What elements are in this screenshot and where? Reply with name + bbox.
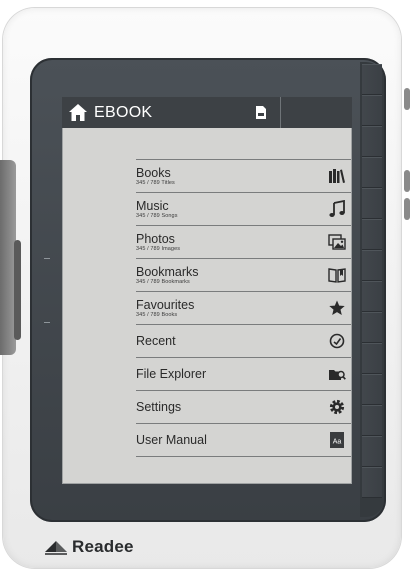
side-button-5[interactable] bbox=[362, 188, 382, 219]
memory-card-icon bbox=[256, 106, 266, 119]
gear-icon bbox=[329, 399, 345, 415]
side-button-9[interactable] bbox=[362, 312, 382, 343]
menu-item-label: Photos bbox=[136, 232, 175, 246]
menu-item-photos[interactable]: Photos 345 / 789 Images bbox=[136, 225, 351, 258]
side-button-12[interactable] bbox=[362, 405, 382, 436]
power-key[interactable] bbox=[404, 88, 410, 110]
menu-item-recent[interactable]: Recent bbox=[136, 324, 351, 357]
menu-item-user-manual[interactable]: User Manual Aa bbox=[136, 423, 351, 457]
side-button-6[interactable] bbox=[362, 219, 382, 250]
menu-item-label: File Explorer bbox=[136, 367, 207, 381]
menu-item-file-explorer[interactable]: File Explorer bbox=[136, 357, 351, 390]
side-button-11[interactable] bbox=[362, 374, 382, 405]
menu-item-label: Books bbox=[136, 166, 171, 180]
side-button-7[interactable] bbox=[362, 250, 382, 281]
eink-screen: EBOOK Books 345 / 789 Titles Music 345 /… bbox=[62, 97, 352, 484]
open-book-bookmark-icon bbox=[328, 268, 346, 283]
header-divider bbox=[280, 97, 281, 128]
menu-item-label: Favourites bbox=[136, 298, 195, 312]
main-menu: Books 345 / 789 Titles Music 345 / 789 S… bbox=[136, 159, 351, 457]
menu-item-label: Settings bbox=[136, 400, 182, 414]
menu-item-settings[interactable]: Settings bbox=[136, 390, 351, 423]
volume-up-key[interactable] bbox=[404, 170, 410, 192]
side-page-key[interactable] bbox=[14, 240, 21, 340]
music-note-icon bbox=[329, 200, 345, 217]
side-button-3[interactable] bbox=[362, 126, 382, 157]
side-button-14[interactable] bbox=[362, 467, 382, 498]
menu-item-label: Music bbox=[136, 199, 169, 213]
side-button-4[interactable] bbox=[362, 157, 382, 188]
star-icon bbox=[329, 300, 345, 315]
header-bar: EBOOK bbox=[62, 97, 352, 128]
books-icon bbox=[329, 169, 345, 183]
volume-down-key[interactable] bbox=[404, 198, 410, 220]
home-icon[interactable] bbox=[68, 103, 88, 122]
readee-logo bbox=[45, 541, 67, 555]
menu-item-count: 345 / 789 Songs bbox=[136, 213, 178, 219]
brand-name: Readee bbox=[72, 537, 134, 556]
side-button-strip bbox=[360, 62, 384, 517]
menu-item-music[interactable]: Music 345 / 789 Songs bbox=[136, 192, 351, 225]
menu-item-label: Recent bbox=[136, 334, 176, 348]
side-button-8[interactable] bbox=[362, 281, 382, 312]
menu-item-count: 345 / 789 Images bbox=[136, 246, 181, 252]
folder-search-icon bbox=[329, 370, 346, 380]
side-button-2[interactable] bbox=[362, 95, 382, 126]
menu-item-books[interactable]: Books 345 / 789 Titles bbox=[136, 159, 351, 192]
menu-item-count: 345 / 789 Titles bbox=[136, 180, 175, 186]
menu-item-count: 345 / 789 Books bbox=[136, 312, 178, 318]
menu-item-bookmarks[interactable]: Bookmarks 345 / 789 Bookmarks bbox=[136, 258, 351, 291]
photos-icon bbox=[328, 234, 346, 250]
menu-item-favourites[interactable]: Favourites 345 / 789 Books bbox=[136, 291, 351, 324]
page-title: EBOOK bbox=[94, 104, 153, 121]
menu-item-count: 345 / 789 Bookmarks bbox=[136, 279, 190, 285]
menu-item-label: Bookmarks bbox=[136, 265, 199, 279]
side-button-10[interactable] bbox=[362, 343, 382, 374]
prev-page-mark bbox=[44, 258, 50, 259]
manual-aa-icon: Aa bbox=[330, 432, 344, 448]
next-page-mark bbox=[44, 322, 50, 323]
side-button-13[interactable] bbox=[362, 436, 382, 467]
clock-icon bbox=[329, 333, 345, 349]
side-button-1[interactable] bbox=[362, 64, 382, 95]
menu-item-label: User Manual bbox=[136, 433, 207, 447]
manual-icon-text: Aa bbox=[333, 439, 342, 446]
